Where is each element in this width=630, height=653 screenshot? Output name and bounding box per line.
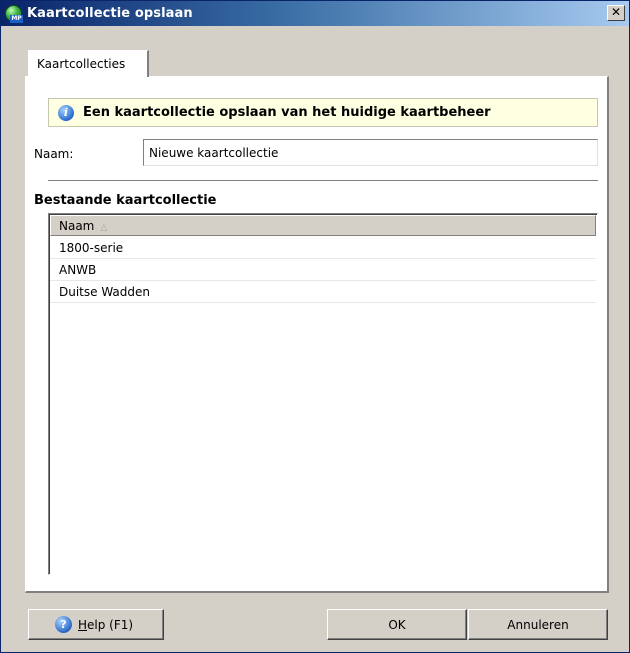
separator [48,180,598,182]
ok-label: OK [388,617,406,632]
info-text: Een kaartcollectie opslaan van het huidi… [83,105,491,120]
tab-kaartcollecties[interactable]: Kaartcollecties [28,50,149,77]
title-bar[interactable]: MP Kaartcollectie opslaan ✕ [1,1,629,26]
info-banner: i Een kaartcollectie opslaan van het hui… [48,98,598,127]
column-header-naam[interactable]: Naam △ [50,215,596,236]
list-item[interactable]: 1800-serie [50,237,596,259]
dialog-window: MP Kaartcollectie opslaan ✕ Kaartcollect… [0,0,630,653]
ok-button[interactable]: OK [327,609,467,640]
list-item-label: ANWB [59,263,97,277]
tab-label: Kaartcollecties [37,57,126,71]
sort-ascending-icon: △ [100,223,108,233]
tab-panel: i Een kaartcollectie opslaan van het hui… [25,76,609,593]
window-title: Kaartcollectie opslaan [27,6,193,21]
list-item[interactable]: Duitse Wadden [50,281,596,303]
existing-collections-heading: Bestaande kaartcollectie [34,193,217,208]
close-button[interactable]: ✕ [607,5,625,21]
list-item-label: Duitse Wadden [59,285,151,299]
cancel-label: Annuleren [507,617,569,632]
name-label: Naam: [34,147,74,161]
collections-list[interactable]: Naam △ 1800-serie ANWB Duitse Wadden [48,213,598,575]
help-button[interactable]: ? Help (F1) [28,609,164,640]
help-icon: ? [55,616,72,633]
list-item[interactable]: ANWB [50,259,596,281]
app-badge: MP [10,14,23,23]
globe-app-icon: MP [5,4,23,23]
column-header-label: Naam [59,219,95,233]
list-item-label: 1800-serie [59,241,124,255]
help-label: elp (F1) [87,617,134,632]
close-icon: ✕ [610,5,622,19]
name-input[interactable] [143,139,598,166]
info-icon: i [58,104,74,121]
cancel-button[interactable]: Annuleren [468,609,608,640]
help-accelerator: H [78,617,88,632]
